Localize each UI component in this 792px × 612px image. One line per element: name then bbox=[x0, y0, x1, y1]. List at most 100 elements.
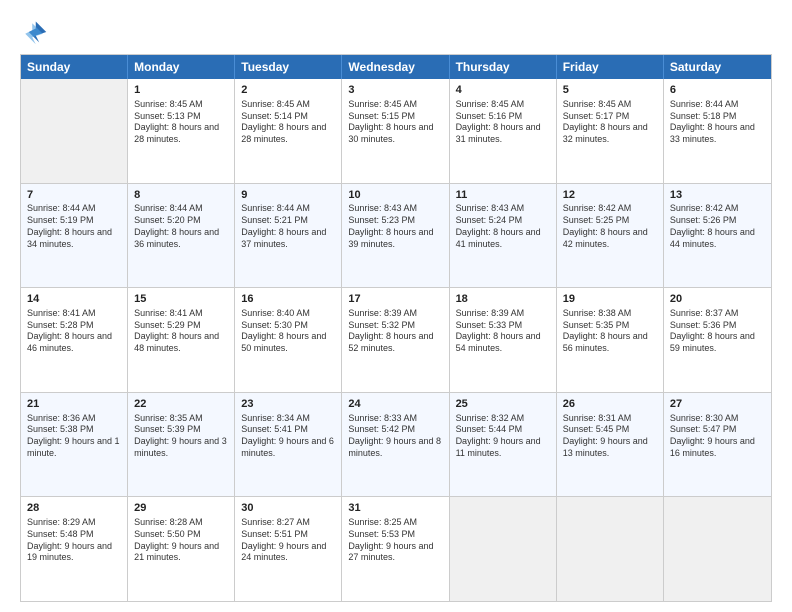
header-cell-thursday: Thursday bbox=[450, 55, 557, 79]
day-cell-16: 16Sunrise: 8:40 AMSunset: 5:30 PMDayligh… bbox=[235, 288, 342, 392]
day-number: 20 bbox=[670, 292, 765, 307]
header-cell-saturday: Saturday bbox=[664, 55, 771, 79]
cell-info: Sunrise: 8:45 AMSunset: 5:16 PMDaylight:… bbox=[456, 99, 550, 146]
day-number: 29 bbox=[134, 501, 228, 516]
cell-info: Sunrise: 8:34 AMSunset: 5:41 PMDaylight:… bbox=[241, 413, 335, 460]
calendar-header-row: SundayMondayTuesdayWednesdayThursdayFrid… bbox=[21, 55, 771, 79]
calendar-row-0: 1Sunrise: 8:45 AMSunset: 5:13 PMDaylight… bbox=[21, 79, 771, 183]
calendar-row-3: 21Sunrise: 8:36 AMSunset: 5:38 PMDayligh… bbox=[21, 392, 771, 497]
day-number: 12 bbox=[563, 188, 657, 203]
cell-info: Sunrise: 8:30 AMSunset: 5:47 PMDaylight:… bbox=[670, 413, 765, 460]
day-cell-4: 4Sunrise: 8:45 AMSunset: 5:16 PMDaylight… bbox=[450, 79, 557, 183]
day-number: 2 bbox=[241, 83, 335, 98]
calendar-body: 1Sunrise: 8:45 AMSunset: 5:13 PMDaylight… bbox=[21, 79, 771, 601]
day-number: 23 bbox=[241, 397, 335, 412]
day-number: 5 bbox=[563, 83, 657, 98]
day-cell-23: 23Sunrise: 8:34 AMSunset: 5:41 PMDayligh… bbox=[235, 393, 342, 497]
day-cell-12: 12Sunrise: 8:42 AMSunset: 5:25 PMDayligh… bbox=[557, 184, 664, 288]
day-number: 14 bbox=[27, 292, 121, 307]
empty-cell bbox=[664, 497, 771, 601]
day-number: 17 bbox=[348, 292, 442, 307]
header-cell-tuesday: Tuesday bbox=[235, 55, 342, 79]
day-cell-30: 30Sunrise: 8:27 AMSunset: 5:51 PMDayligh… bbox=[235, 497, 342, 601]
day-number: 28 bbox=[27, 501, 121, 516]
cell-info: Sunrise: 8:44 AMSunset: 5:18 PMDaylight:… bbox=[670, 99, 765, 146]
cell-info: Sunrise: 8:37 AMSunset: 5:36 PMDaylight:… bbox=[670, 308, 765, 355]
day-number: 30 bbox=[241, 501, 335, 516]
empty-cell bbox=[557, 497, 664, 601]
header-cell-monday: Monday bbox=[128, 55, 235, 79]
cell-info: Sunrise: 8:43 AMSunset: 5:23 PMDaylight:… bbox=[348, 203, 442, 250]
day-number: 8 bbox=[134, 188, 228, 203]
day-cell-29: 29Sunrise: 8:28 AMSunset: 5:50 PMDayligh… bbox=[128, 497, 235, 601]
cell-info: Sunrise: 8:39 AMSunset: 5:33 PMDaylight:… bbox=[456, 308, 550, 355]
logo bbox=[20, 18, 52, 46]
day-number: 15 bbox=[134, 292, 228, 307]
calendar-row-1: 7Sunrise: 8:44 AMSunset: 5:19 PMDaylight… bbox=[21, 183, 771, 288]
calendar-row-4: 28Sunrise: 8:29 AMSunset: 5:48 PMDayligh… bbox=[21, 496, 771, 601]
day-cell-18: 18Sunrise: 8:39 AMSunset: 5:33 PMDayligh… bbox=[450, 288, 557, 392]
day-cell-22: 22Sunrise: 8:35 AMSunset: 5:39 PMDayligh… bbox=[128, 393, 235, 497]
cell-info: Sunrise: 8:45 AMSunset: 5:15 PMDaylight:… bbox=[348, 99, 442, 146]
day-cell-17: 17Sunrise: 8:39 AMSunset: 5:32 PMDayligh… bbox=[342, 288, 449, 392]
day-cell-31: 31Sunrise: 8:25 AMSunset: 5:53 PMDayligh… bbox=[342, 497, 449, 601]
cell-info: Sunrise: 8:41 AMSunset: 5:28 PMDaylight:… bbox=[27, 308, 121, 355]
empty-cell bbox=[21, 79, 128, 183]
day-number: 10 bbox=[348, 188, 442, 203]
day-number: 25 bbox=[456, 397, 550, 412]
cell-info: Sunrise: 8:28 AMSunset: 5:50 PMDaylight:… bbox=[134, 517, 228, 564]
day-cell-8: 8Sunrise: 8:44 AMSunset: 5:20 PMDaylight… bbox=[128, 184, 235, 288]
cell-info: Sunrise: 8:44 AMSunset: 5:21 PMDaylight:… bbox=[241, 203, 335, 250]
day-cell-7: 7Sunrise: 8:44 AMSunset: 5:19 PMDaylight… bbox=[21, 184, 128, 288]
day-number: 26 bbox=[563, 397, 657, 412]
cell-info: Sunrise: 8:45 AMSunset: 5:17 PMDaylight:… bbox=[563, 99, 657, 146]
day-cell-6: 6Sunrise: 8:44 AMSunset: 5:18 PMDaylight… bbox=[664, 79, 771, 183]
day-number: 18 bbox=[456, 292, 550, 307]
day-number: 9 bbox=[241, 188, 335, 203]
day-cell-13: 13Sunrise: 8:42 AMSunset: 5:26 PMDayligh… bbox=[664, 184, 771, 288]
day-number: 19 bbox=[563, 292, 657, 307]
day-number: 16 bbox=[241, 292, 335, 307]
day-number: 31 bbox=[348, 501, 442, 516]
day-cell-26: 26Sunrise: 8:31 AMSunset: 5:45 PMDayligh… bbox=[557, 393, 664, 497]
page: SundayMondayTuesdayWednesdayThursdayFrid… bbox=[0, 0, 792, 612]
day-cell-5: 5Sunrise: 8:45 AMSunset: 5:17 PMDaylight… bbox=[557, 79, 664, 183]
day-number: 11 bbox=[456, 188, 550, 203]
day-number: 1 bbox=[134, 83, 228, 98]
cell-info: Sunrise: 8:36 AMSunset: 5:38 PMDaylight:… bbox=[27, 413, 121, 460]
day-cell-11: 11Sunrise: 8:43 AMSunset: 5:24 PMDayligh… bbox=[450, 184, 557, 288]
day-number: 6 bbox=[670, 83, 765, 98]
cell-info: Sunrise: 8:45 AMSunset: 5:13 PMDaylight:… bbox=[134, 99, 228, 146]
cell-info: Sunrise: 8:25 AMSunset: 5:53 PMDaylight:… bbox=[348, 517, 442, 564]
cell-info: Sunrise: 8:43 AMSunset: 5:24 PMDaylight:… bbox=[456, 203, 550, 250]
cell-info: Sunrise: 8:40 AMSunset: 5:30 PMDaylight:… bbox=[241, 308, 335, 355]
cell-info: Sunrise: 8:38 AMSunset: 5:35 PMDaylight:… bbox=[563, 308, 657, 355]
day-cell-15: 15Sunrise: 8:41 AMSunset: 5:29 PMDayligh… bbox=[128, 288, 235, 392]
day-cell-27: 27Sunrise: 8:30 AMSunset: 5:47 PMDayligh… bbox=[664, 393, 771, 497]
day-cell-25: 25Sunrise: 8:32 AMSunset: 5:44 PMDayligh… bbox=[450, 393, 557, 497]
day-number: 3 bbox=[348, 83, 442, 98]
header-cell-wednesday: Wednesday bbox=[342, 55, 449, 79]
calendar-row-2: 14Sunrise: 8:41 AMSunset: 5:28 PMDayligh… bbox=[21, 287, 771, 392]
day-cell-19: 19Sunrise: 8:38 AMSunset: 5:35 PMDayligh… bbox=[557, 288, 664, 392]
day-number: 13 bbox=[670, 188, 765, 203]
cell-info: Sunrise: 8:44 AMSunset: 5:19 PMDaylight:… bbox=[27, 203, 121, 250]
cell-info: Sunrise: 8:32 AMSunset: 5:44 PMDaylight:… bbox=[456, 413, 550, 460]
cell-info: Sunrise: 8:31 AMSunset: 5:45 PMDaylight:… bbox=[563, 413, 657, 460]
day-cell-28: 28Sunrise: 8:29 AMSunset: 5:48 PMDayligh… bbox=[21, 497, 128, 601]
cell-info: Sunrise: 8:39 AMSunset: 5:32 PMDaylight:… bbox=[348, 308, 442, 355]
day-cell-3: 3Sunrise: 8:45 AMSunset: 5:15 PMDaylight… bbox=[342, 79, 449, 183]
day-cell-21: 21Sunrise: 8:36 AMSunset: 5:38 PMDayligh… bbox=[21, 393, 128, 497]
cell-info: Sunrise: 8:42 AMSunset: 5:26 PMDaylight:… bbox=[670, 203, 765, 250]
cell-info: Sunrise: 8:33 AMSunset: 5:42 PMDaylight:… bbox=[348, 413, 442, 460]
day-cell-24: 24Sunrise: 8:33 AMSunset: 5:42 PMDayligh… bbox=[342, 393, 449, 497]
day-cell-10: 10Sunrise: 8:43 AMSunset: 5:23 PMDayligh… bbox=[342, 184, 449, 288]
day-cell-9: 9Sunrise: 8:44 AMSunset: 5:21 PMDaylight… bbox=[235, 184, 342, 288]
cell-info: Sunrise: 8:45 AMSunset: 5:14 PMDaylight:… bbox=[241, 99, 335, 146]
day-number: 7 bbox=[27, 188, 121, 203]
day-cell-2: 2Sunrise: 8:45 AMSunset: 5:14 PMDaylight… bbox=[235, 79, 342, 183]
day-number: 24 bbox=[348, 397, 442, 412]
cell-info: Sunrise: 8:42 AMSunset: 5:25 PMDaylight:… bbox=[563, 203, 657, 250]
day-number: 22 bbox=[134, 397, 228, 412]
logo-icon bbox=[20, 18, 48, 46]
